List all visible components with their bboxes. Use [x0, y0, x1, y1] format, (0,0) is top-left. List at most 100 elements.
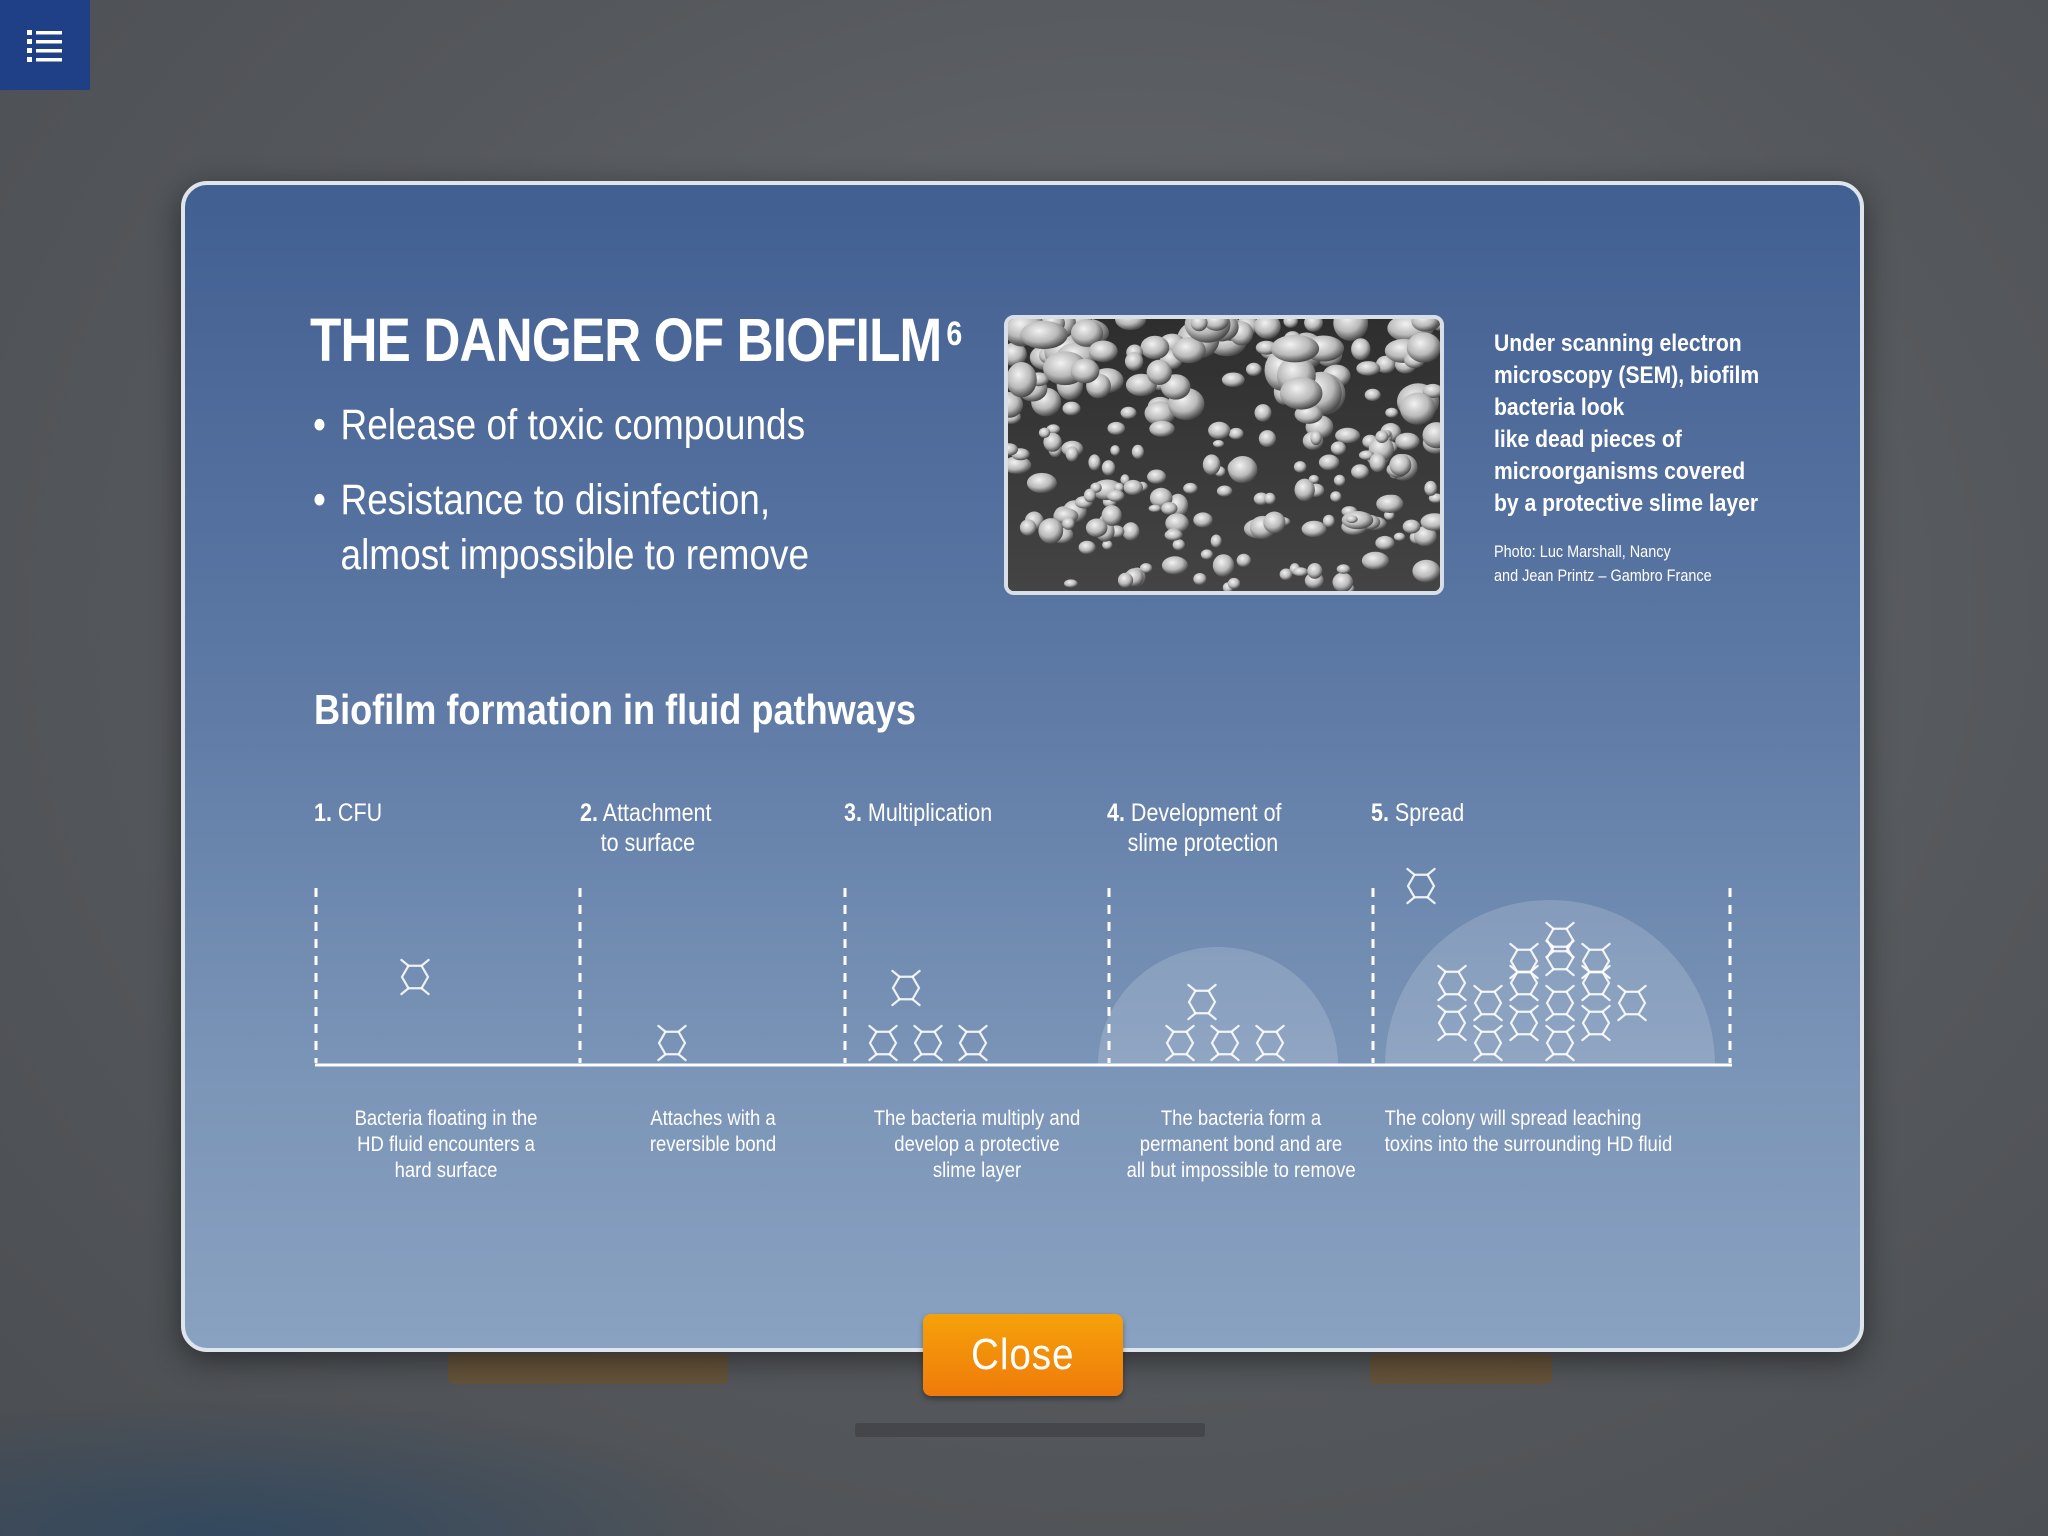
caption-line: Under scanning electron [1494, 330, 1742, 357]
sem-photo [1004, 315, 1444, 595]
desc-line: The bacteria form a [1160, 1107, 1322, 1130]
title-text: THE DANGER OF BIOFILM [310, 306, 942, 374]
sem-cell [1020, 320, 1068, 350]
sem-cell [1318, 454, 1340, 471]
sem-cell [1236, 553, 1251, 568]
sem-cell [1088, 340, 1118, 363]
sem-cell [1210, 534, 1222, 548]
list-icon [27, 30, 62, 62]
sem-cell [1078, 540, 1096, 555]
step-description-2: Attaches with a reversible bond [599, 1106, 828, 1158]
sem-cell [1038, 518, 1064, 544]
sem-cell [1088, 454, 1101, 471]
sem-cell [1200, 549, 1213, 560]
sem-cell [1064, 579, 1078, 588]
sem-cell [1062, 517, 1075, 530]
sem-cell [1212, 440, 1225, 448]
sem-cell [1389, 454, 1412, 476]
close-button[interactable]: Close [923, 1314, 1123, 1396]
sem-cell [1123, 479, 1143, 496]
sem-cell [1402, 519, 1421, 534]
sem-cell [1221, 372, 1245, 388]
sem-cell [1345, 515, 1358, 523]
section-heading: Biofilm formation in fluid pathways [314, 686, 917, 733]
sem-cell [1294, 478, 1315, 502]
sem-cell [1139, 563, 1153, 574]
background-button-left [448, 1354, 728, 1384]
sem-cell [1375, 430, 1389, 443]
sem-cell [1376, 494, 1404, 513]
sem-cell [1202, 454, 1221, 475]
modal-title: THE DANGER OF BIOFILM 6 [310, 305, 962, 375]
sem-cell [1246, 362, 1262, 376]
menu-button[interactable] [0, 0, 90, 90]
sem-cell [1062, 401, 1081, 416]
step-description-4: The bacteria form a permanent bond and a… [1127, 1106, 1356, 1184]
step-title: CFU [337, 799, 383, 827]
step-label-2: 2. Attachment to surface [580, 798, 711, 858]
sem-cell [1330, 441, 1346, 455]
sem-cell [1395, 432, 1420, 451]
step-title: Development of [1130, 799, 1282, 827]
sem-cell [1364, 388, 1381, 402]
sem-cell [1227, 577, 1241, 590]
step-number: 2. [580, 799, 598, 827]
sem-cell [1279, 377, 1323, 410]
sem-cell [1148, 504, 1162, 513]
sem-cell [1131, 444, 1144, 459]
background-button-right [1370, 1354, 1552, 1384]
caption-line: like dead pieces of [1494, 426, 1682, 453]
sem-cell [1279, 568, 1293, 581]
photo-credit: Photo: Luc Marshall, Nancy and Jean Prin… [1494, 540, 1712, 588]
sem-cell [1026, 472, 1057, 494]
sem-cell [1083, 488, 1096, 503]
sem-cell [1301, 520, 1327, 538]
sem-cell [1258, 430, 1276, 448]
sem-cell [1085, 518, 1108, 538]
desc-line: Attaches with a [650, 1107, 776, 1130]
bullet-list: Release of toxic compounds Resistance to… [313, 398, 890, 583]
sem-cell [1164, 529, 1183, 541]
desc-line: all but impossible to remove [1126, 1159, 1356, 1182]
step-description-5: The colony will spread leaching toxins i… [1385, 1106, 1673, 1158]
sem-image [1008, 319, 1440, 591]
sem-cell [1293, 461, 1307, 473]
step-title-cont: to surface [600, 829, 696, 857]
sem-cell [1333, 474, 1346, 487]
step-number: 5. [1371, 799, 1389, 827]
sem-cell [1161, 556, 1188, 575]
sem-cell [1120, 406, 1137, 419]
caption-line: microscopy (SEM), biofilm [1494, 362, 1760, 389]
desc-line: reversible bond [649, 1133, 777, 1156]
sem-cell [1124, 352, 1144, 371]
desc-line: slime layer [932, 1159, 1022, 1182]
step-label-5: 5. Spread [1371, 798, 1464, 828]
sem-cell [1336, 564, 1351, 574]
sem-cell [1322, 514, 1335, 528]
step-label-3: 3. Multiplication [844, 798, 992, 828]
caption-line: microorganisms covered [1494, 458, 1746, 485]
sem-cell [1310, 430, 1322, 446]
sem-cell [1216, 485, 1233, 497]
sem-cell [1149, 420, 1175, 437]
background-glow [0, 1396, 760, 1536]
sem-cell [1208, 421, 1231, 440]
sem-cell [1161, 502, 1178, 515]
sem-cell [1292, 567, 1308, 577]
bullet-line: Resistance to disinfection, [340, 476, 771, 524]
step-description-1: Bacteria floating in the HD fluid encoun… [332, 1106, 561, 1184]
sem-cell [1193, 512, 1213, 528]
desc-line: The bacteria multiply and [873, 1107, 1081, 1130]
step-number: 1. [314, 799, 332, 827]
sem-cell [1102, 540, 1113, 550]
sem-cell [1106, 489, 1125, 502]
sem-cell [1107, 421, 1126, 435]
sem-cell [1393, 532, 1406, 541]
step-title: Attachment [602, 799, 712, 827]
caption-line: by a protective slime layer [1494, 490, 1759, 517]
desc-line: hard surface [394, 1159, 498, 1182]
sem-cell [1385, 407, 1399, 418]
credit-line: Photo: Luc Marshall, Nancy [1494, 542, 1671, 561]
sem-cell [1406, 332, 1440, 363]
step-description-3: The bacteria multiply and develop a prot… [863, 1106, 1092, 1184]
